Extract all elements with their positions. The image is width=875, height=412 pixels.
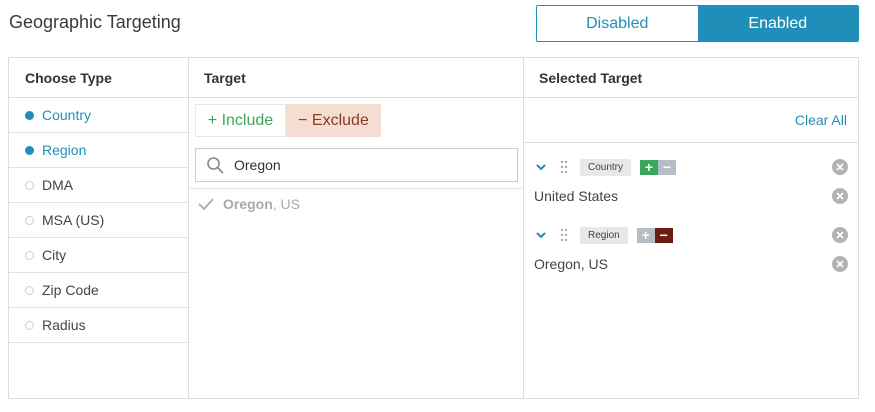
radio-dot-icon (25, 110, 34, 120)
targeting-toggle[interactable]: Disabled Enabled (536, 5, 859, 42)
include-exclude-mini: + − (640, 159, 677, 175)
selected-group-country: Country + − (534, 156, 848, 178)
radio-dot-icon (25, 285, 34, 295)
group-tag: Region (580, 226, 628, 244)
include-button[interactable]: + Include (195, 104, 286, 137)
remove-group-icon[interactable] (832, 227, 848, 243)
group-tag: Country (580, 158, 632, 176)
target-search (195, 148, 518, 182)
disabled-option[interactable]: Disabled (537, 6, 698, 41)
exclude-button[interactable]: − Exclude (286, 104, 381, 137)
minus-icon[interactable]: − (654, 227, 673, 243)
radio-dot-icon (25, 145, 34, 155)
selected-target-header: Selected Target (524, 58, 858, 98)
selected-target-column: Selected Target Clear All Country + − Un… (524, 58, 858, 398)
type-item-msa[interactable]: MSA (US) (9, 203, 188, 238)
selected-value-row: Oregon, US (534, 253, 848, 275)
remove-group-icon[interactable] (832, 159, 848, 175)
type-item-label: MSA (US) (42, 212, 105, 228)
radio-dot-icon (25, 215, 34, 225)
plus-icon[interactable]: + (636, 227, 655, 243)
result-match: Oregon (223, 195, 273, 212)
type-item-label: City (42, 247, 67, 263)
page-title: Geographic Targeting (9, 12, 181, 32)
type-item-region[interactable]: Region (9, 133, 188, 168)
search-result-row[interactable]: Oregon , US (189, 188, 523, 218)
type-item-label: Radius (42, 317, 86, 333)
type-item-label: DMA (42, 177, 74, 193)
type-item-dma[interactable]: DMA (9, 168, 188, 203)
type-item-label: Country (42, 107, 92, 123)
include-exclude-switch: + Include − Exclude (195, 104, 381, 137)
chevron-down-icon[interactable] (534, 160, 548, 174)
selected-value: United States (534, 188, 619, 204)
enabled-option[interactable]: Enabled (697, 6, 858, 41)
clear-all-link[interactable]: Clear All (795, 112, 847, 128)
type-item-city[interactable]: City (9, 238, 188, 273)
radio-dot-icon (25, 320, 34, 330)
selected-group-region: Region + − (534, 224, 848, 246)
type-item-zip-code[interactable]: Zip Code (9, 273, 188, 308)
target-column: Target + Include − Exclude Oregon , US (189, 58, 524, 398)
chevron-down-icon[interactable] (534, 228, 548, 242)
drag-handle-icon[interactable] (560, 228, 568, 242)
plus-icon[interactable]: + (640, 159, 659, 175)
search-icon (207, 157, 224, 174)
drag-handle-icon[interactable] (560, 160, 568, 174)
remove-value-icon[interactable] (832, 188, 848, 204)
search-input[interactable] (234, 157, 494, 173)
targeting-panel: Choose Type Country Region DMA MSA (US) … (8, 57, 859, 399)
minus-icon[interactable]: − (658, 159, 677, 175)
radio-dot-icon (25, 180, 34, 190)
include-exclude-mini: + − (636, 227, 673, 243)
radio-dot-icon (25, 250, 34, 260)
type-item-radius[interactable]: Radius (9, 308, 188, 343)
type-item-country[interactable]: Country (9, 98, 188, 133)
selected-value: Oregon, US (534, 256, 608, 272)
type-item-label: Region (42, 142, 87, 158)
selected-divider (524, 142, 858, 143)
choose-type-header: Choose Type (9, 58, 188, 98)
check-icon (198, 197, 214, 210)
selected-value-row: United States (534, 185, 848, 207)
result-suffix: , US (272, 195, 301, 212)
target-header: Target (189, 58, 523, 98)
remove-value-icon[interactable] (832, 256, 848, 272)
type-item-label: Zip Code (42, 282, 99, 298)
choose-type-column: Choose Type Country Region DMA MSA (US) … (9, 58, 189, 398)
